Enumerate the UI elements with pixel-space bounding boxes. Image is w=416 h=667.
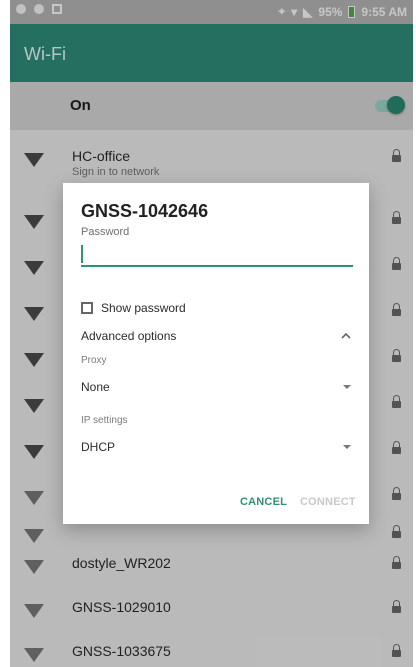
show-password-row[interactable]: Show password (81, 301, 186, 315)
proxy-label: Proxy (81, 355, 107, 366)
chevron-down-icon[interactable] (343, 385, 351, 389)
chevron-up-icon[interactable] (341, 331, 351, 341)
chevron-down-icon[interactable] (343, 445, 351, 449)
ip-settings-label: IP settings (81, 415, 128, 426)
show-password-checkbox[interactable] (81, 302, 93, 314)
dialog-title: GNSS-1042646 (81, 201, 209, 221)
advanced-options-label[interactable]: Advanced options (81, 329, 176, 343)
password-label: Password (81, 226, 130, 238)
proxy-select[interactable]: None (81, 380, 110, 394)
connect-button[interactable]: CONNECT (300, 496, 356, 508)
password-input[interactable] (81, 241, 353, 267)
wifi-password-dialog: GNSS-1042646 Password Show password Adva… (63, 183, 369, 524)
show-password-label: Show password (101, 301, 186, 315)
text-cursor (81, 245, 83, 263)
cancel-button[interactable]: CANCEL (240, 496, 287, 508)
screen: ⌖ ▾ ◣ 95% 9:55 AM Wi-Fi On HC-office Sig… (10, 0, 413, 667)
device-frame: ⌖ ▾ ◣ 95% 9:55 AM Wi-Fi On HC-office Sig… (0, 0, 416, 667)
ip-settings-select[interactable]: DHCP (81, 440, 115, 454)
